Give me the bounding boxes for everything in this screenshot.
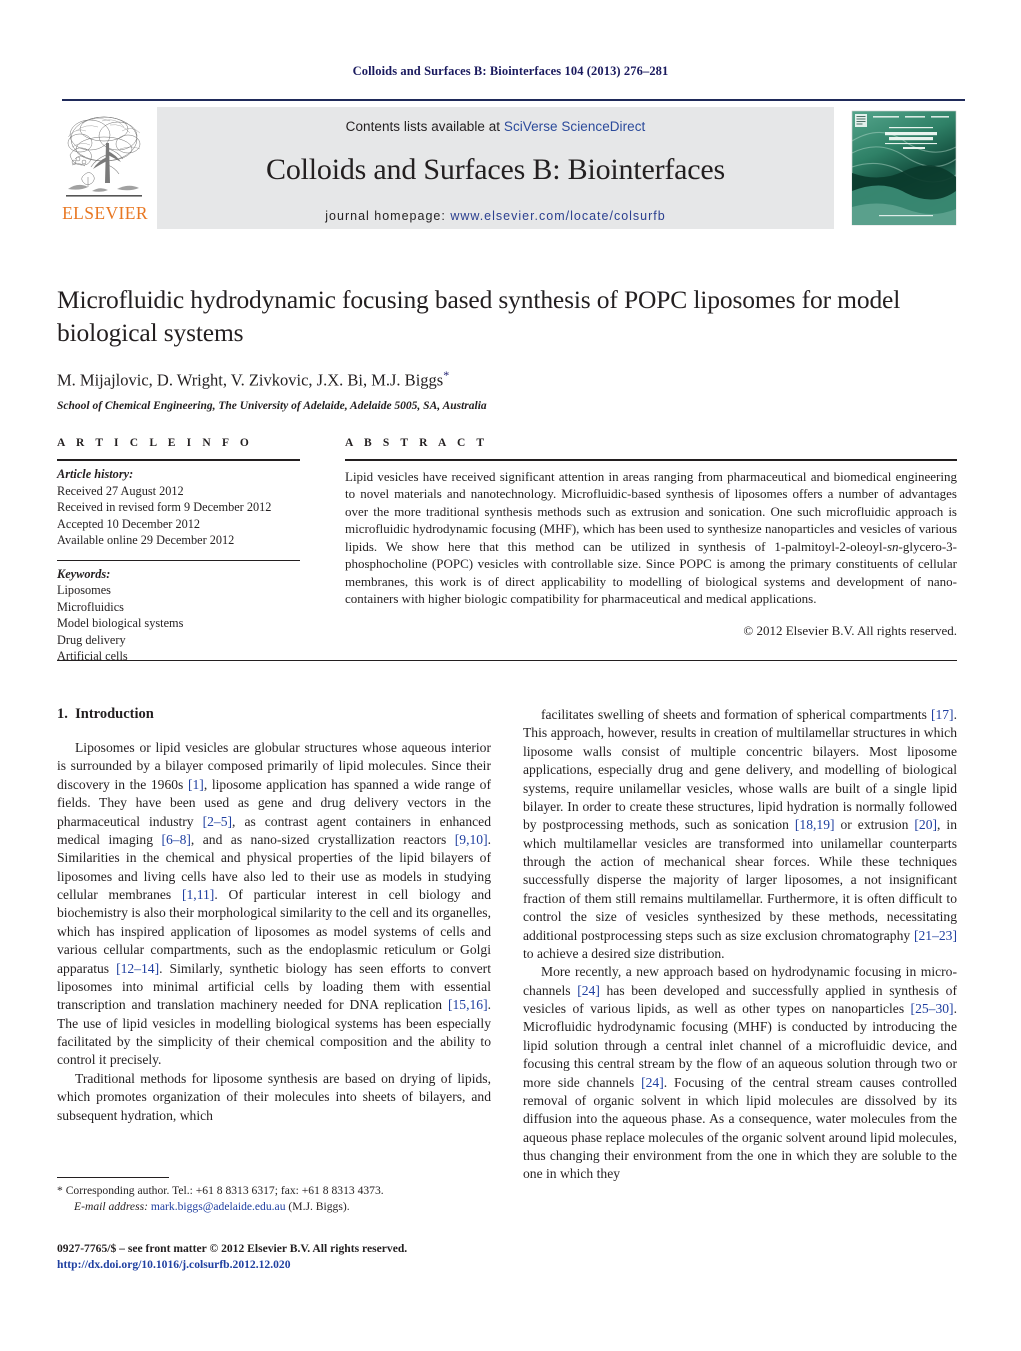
email-suffix: (M.J. Biggs). bbox=[288, 1199, 350, 1213]
email-label: E-mail address: bbox=[74, 1199, 148, 1213]
paragraph: facilitates swelling of sheets and forma… bbox=[523, 706, 957, 963]
citation-link[interactable]: [1] bbox=[188, 777, 204, 792]
email-link[interactable]: mark.biggs@adelaide.edu.au bbox=[151, 1200, 286, 1213]
issn-line: 0927-7765/$ – see front matter © 2012 El… bbox=[57, 1242, 408, 1255]
contents-prefix: Contents lists available at bbox=[345, 119, 504, 134]
paragraph-text: to achieve a desired size distribution. bbox=[523, 945, 725, 961]
abstract-column: A B S T R A C T Lipid vesicles have rece… bbox=[345, 437, 957, 665]
corresponding-author-note: * Corresponding author. Tel.: +61 8 8313… bbox=[57, 1184, 384, 1197]
paragraph-text: facilitates swelling of sheets and forma… bbox=[541, 707, 931, 722]
body-separator-rule bbox=[57, 660, 957, 661]
email-note: E-mail address: mark.biggs@adelaide.edu.… bbox=[57, 1199, 477, 1215]
keyword-item: Drug delivery bbox=[57, 632, 126, 647]
elsevier-wordmark: ELSEVIER bbox=[62, 203, 148, 223]
section-heading-introduction: 1. Introduction bbox=[57, 706, 491, 723]
citation-link[interactable]: [20] bbox=[914, 817, 937, 832]
citation-link[interactable]: [1,11] bbox=[182, 887, 214, 902]
citation-link[interactable]: [2–5] bbox=[203, 814, 232, 829]
article-history-heading: Article history: bbox=[57, 467, 134, 481]
paragraph-text: or extrusion bbox=[834, 817, 915, 833]
title-block: Microfluidic hydrodynamic focusing based… bbox=[57, 283, 957, 412]
citation-link[interactable]: [21–23] bbox=[914, 928, 957, 943]
history-item: Received in revised form 9 December 2012 bbox=[57, 500, 272, 515]
keywords-heading: Keywords: bbox=[57, 566, 111, 581]
keywords-rule bbox=[57, 559, 300, 561]
author-list: M. Mijajlovic, D. Wright, V. Zivkovic, J… bbox=[57, 368, 957, 391]
journal-homepage-line: journal homepage: www.elsevier.com/locat… bbox=[157, 209, 834, 223]
abstract-text: Lipid vesicles have received significant… bbox=[345, 468, 957, 608]
paragraph: Traditional methods for liposome synthes… bbox=[57, 1070, 491, 1125]
elsevier-logo: ELSEVIER bbox=[62, 107, 148, 223]
citation-link[interactable]: [24] bbox=[641, 1075, 664, 1090]
article-page: Colloids and Surfaces B: Biointerfaces 1… bbox=[0, 0, 1021, 1351]
paragraph-text: Traditional methods for liposome synthes… bbox=[57, 1070, 491, 1123]
homepage-url-link[interactable]: www.elsevier.com/locate/colsurfb bbox=[450, 209, 665, 223]
paragraph-text: . This approach, however, results in cre… bbox=[523, 707, 957, 833]
history-item: Received 27 August 2012 bbox=[57, 483, 184, 498]
paragraph-text: , and as nano-sized crystallization reac… bbox=[190, 831, 455, 847]
citation-link[interactable]: [24] bbox=[577, 983, 600, 998]
citation-link[interactable]: [18,19] bbox=[795, 817, 835, 832]
running-head: Colloids and Surfaces B: Biointerfaces 1… bbox=[352, 64, 669, 78]
history-item: Available online 29 December 2012 bbox=[57, 533, 235, 548]
paragraph: Liposomes or lipid vesicles are globular… bbox=[57, 739, 491, 1070]
section-number: 1. bbox=[57, 706, 68, 722]
citation-link[interactable]: [9,10] bbox=[455, 832, 488, 847]
page-title: Microfluidic hydrodynamic focusing based… bbox=[57, 285, 901, 348]
info-abstract-region: A R T I C L E I N F O Article history: R… bbox=[57, 437, 957, 665]
history-item: Accepted 10 December 2012 bbox=[57, 516, 201, 531]
paragraph-text: , in which multilamellar vesicles are tr… bbox=[523, 817, 957, 943]
journal-cover-thumbnail bbox=[845, 107, 965, 229]
section-title: Introduction bbox=[75, 706, 154, 722]
citation-link[interactable]: [17] bbox=[931, 707, 954, 722]
journal-banner: Contents lists available at SciVerse Sci… bbox=[157, 107, 834, 229]
abstract-part-1: Lipid vesicles have received significant… bbox=[345, 469, 957, 554]
homepage-prefix: journal homepage: bbox=[325, 209, 451, 223]
sciencedirect-link[interactable]: SciVerse ScienceDirect bbox=[504, 119, 645, 134]
citation-link[interactable]: [6–8] bbox=[161, 832, 190, 847]
citation-link[interactable]: [15,16] bbox=[448, 997, 488, 1012]
journal-title: Colloids and Surfaces B: Biointerfaces bbox=[266, 153, 725, 186]
article-history: Article history: Received 27 August 2012… bbox=[57, 466, 300, 549]
keywords-list: Keywords: Liposomes Microfluidics Model … bbox=[57, 566, 300, 665]
authors-text: M. Mijajlovic, D. Wright, V. Zivkovic, J… bbox=[57, 370, 444, 390]
footnote-lines: * Corresponding author. Tel.: +61 8 8313… bbox=[57, 1183, 477, 1215]
article-info-rule bbox=[57, 459, 300, 461]
corresponding-author-marker[interactable]: * bbox=[443, 368, 449, 382]
footnote-rule bbox=[57, 1177, 169, 1178]
affiliation: School of Chemical Engineering, The Univ… bbox=[57, 399, 487, 412]
copyright-line: © 2012 Elsevier B.V. All rights reserved… bbox=[743, 622, 957, 638]
abstract-rule bbox=[345, 459, 957, 461]
abstract-italic-token: sn bbox=[886, 538, 899, 554]
keyword-item: Model biological systems bbox=[57, 616, 184, 631]
keyword-item: Microfluidics bbox=[57, 599, 124, 614]
paragraph-text: . Focusing of the central stream causes … bbox=[523, 1074, 957, 1182]
body-column-right: facilitates swelling of sheets and forma… bbox=[523, 706, 957, 1184]
article-info-label: A R T I C L E I N F O bbox=[57, 437, 253, 449]
body-columns: 1. Introduction Liposomes or lipid vesic… bbox=[57, 706, 957, 1184]
keyword-item: Liposomes bbox=[57, 583, 111, 598]
body-column-left: 1. Introduction Liposomes or lipid vesic… bbox=[57, 706, 491, 1184]
contents-available-line: Contents lists available at SciVerse Sci… bbox=[157, 107, 834, 134]
citation-link[interactable]: [12–14] bbox=[116, 961, 159, 976]
paragraph: More recently, a new approach based on h… bbox=[523, 963, 957, 1184]
journal-masthead: ELSEVIER Contents lists available at Sci… bbox=[62, 99, 965, 229]
footnote-block: * Corresponding author. Tel.: +61 8 8313… bbox=[57, 1177, 477, 1215]
abstract-label: A B S T R A C T bbox=[345, 437, 489, 449]
elsevier-tree-icon bbox=[62, 109, 146, 204]
article-info-column: A R T I C L E I N F O Article history: R… bbox=[57, 437, 300, 665]
doi-link[interactable]: http://dx.doi.org/10.1016/j.colsurfb.201… bbox=[57, 1257, 487, 1273]
citation-link[interactable]: [25–30] bbox=[911, 1001, 954, 1016]
keyword-item: Artificial cells bbox=[57, 649, 128, 664]
issn-doi-block: 0927-7765/$ – see front matter © 2012 El… bbox=[57, 1241, 487, 1274]
